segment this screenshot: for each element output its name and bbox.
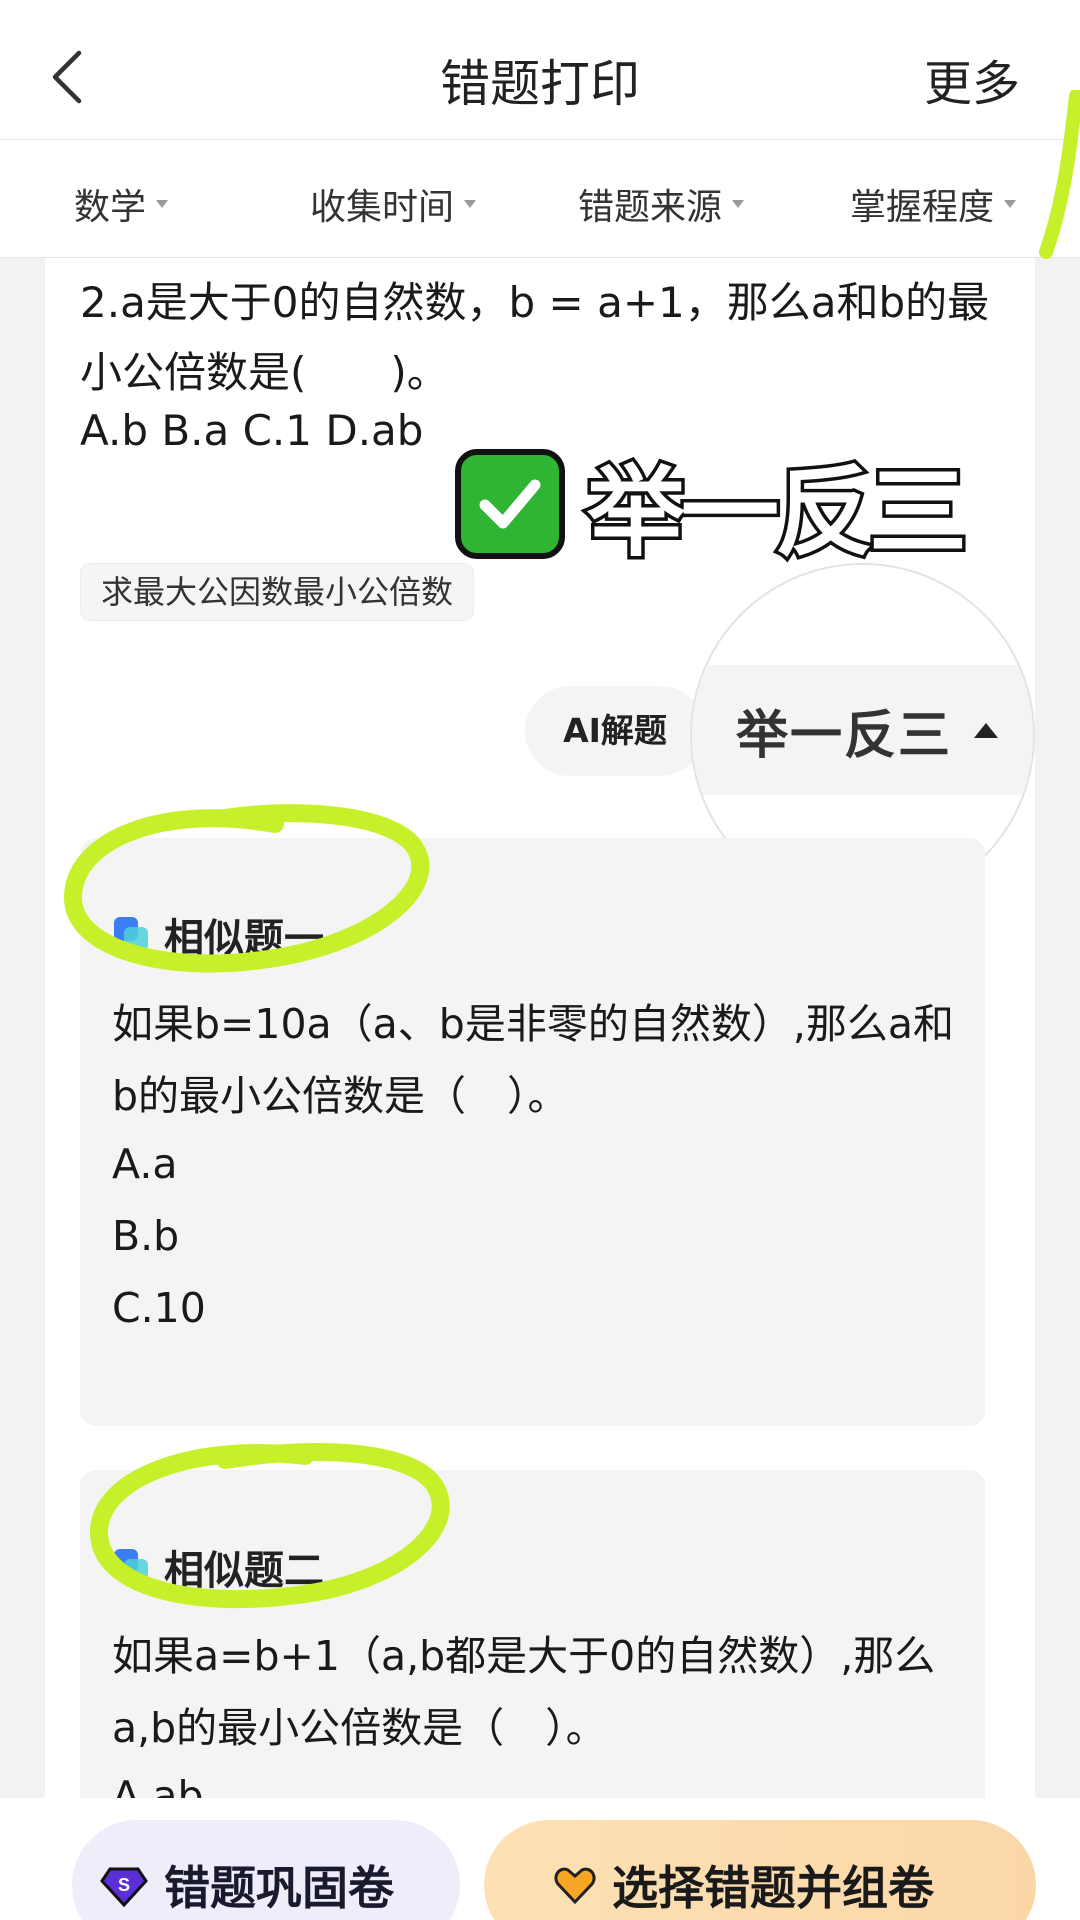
filter-bar: 数学 收集时间 错题来源 掌握程度 (0, 140, 1080, 258)
similar-question-header: 相似题二 (112, 1538, 324, 1596)
bottom-action-bar: S 错题巩固卷 选择错题并组卷 (0, 1798, 1080, 1920)
similar-question-options: A.ab (112, 1760, 204, 1798)
filter-label: 收集时间 (310, 187, 455, 228)
infer-label: 举一反三 (736, 705, 953, 766)
svg-text:S: S (118, 1875, 130, 1895)
infer-button[interactable]: 举一反三 (692, 665, 1033, 795)
filter-collect-time[interactable]: 收集时间 (310, 178, 477, 230)
check-mark-icon (455, 449, 565, 559)
top-bar: 错题打印 更多 (0, 0, 1080, 140)
filter-mastery[interactable]: 掌握程度 (850, 178, 1017, 230)
question-text: 2.a是大于0的自然数，b = a+1，那么a和b的最小公倍数是( )。 (80, 278, 990, 397)
practice-paper-button[interactable]: S 错题巩固卷 (72, 1820, 460, 1920)
caret-down-icon (156, 200, 169, 208)
similar-question-card: 相似题一 如果b=10a（a、b是非零的自然数）,那么a和b的最小公倍数是（ ）… (80, 838, 985, 1426)
filter-label: 数学 (74, 187, 147, 228)
option-item: C.10 (112, 1284, 206, 1332)
question-options: A.b B.a C.1 D.ab (80, 406, 424, 455)
similar-question-options: A.a B.b C.10 (112, 1128, 206, 1344)
similar-question-text: 如果b=10a（a、b是非零的自然数）,那么a和b的最小公倍数是（ ）。 (112, 1000, 954, 1120)
caret-down-icon (464, 200, 477, 208)
caret-down-icon (732, 200, 745, 208)
similar-question-header: 相似题一 (112, 906, 324, 964)
more-button[interactable]: 更多 (924, 44, 1020, 114)
option-item: A.ab (112, 1772, 204, 1798)
filter-label: 掌握程度 (850, 187, 995, 228)
compose-paper-button[interactable]: 选择错题并组卷 (484, 1820, 1036, 1920)
content-scroll[interactable]: 2.a是大于0的自然数，b = a+1，那么a和b的最小公倍数是( )。 A.b… (0, 258, 1080, 1798)
option-item: A.a (112, 1140, 178, 1188)
compose-paper-label: 选择错题并组卷 (612, 1861, 934, 1915)
caret-down-icon (1004, 200, 1017, 208)
diamond-icon: S (100, 1867, 148, 1908)
filter-source[interactable]: 错题来源 (578, 178, 745, 230)
overlay-title: 举一反三 (583, 453, 970, 574)
ai-solve-button[interactable]: AI解题 (525, 686, 705, 776)
similar-question-text: 如果a=b+1（a,b都是大于0的自然数）,那么a,b的最小公倍数是（ ）。 (112, 1632, 936, 1752)
filter-label: 错题来源 (578, 187, 723, 228)
page-title: 错题打印 (440, 55, 640, 113)
layers-icon (112, 915, 152, 955)
question-card: 2.a是大于0的自然数，b = a+1，那么a和b的最小公倍数是( )。 A.b… (45, 258, 1035, 1798)
similar-question-title: 相似题二 (164, 1548, 324, 1594)
overlay-banner: 举一反三 (455, 433, 971, 575)
layers-icon (112, 1547, 152, 1587)
similar-question-card: 相似题二 如果a=b+1（a,b都是大于0的自然数）,那么a,b的最小公倍数是（… (80, 1470, 985, 1798)
heart-icon (554, 1867, 596, 1905)
filter-subject[interactable]: 数学 (74, 178, 169, 230)
caret-up-icon (974, 722, 999, 738)
option-item: B.b (112, 1212, 180, 1260)
similar-question-title: 相似题一 (164, 916, 324, 962)
practice-paper-label: 错题巩固卷 (164, 1861, 394, 1915)
knowledge-tag[interactable]: 求最大公因数最小公倍数 (80, 563, 475, 621)
